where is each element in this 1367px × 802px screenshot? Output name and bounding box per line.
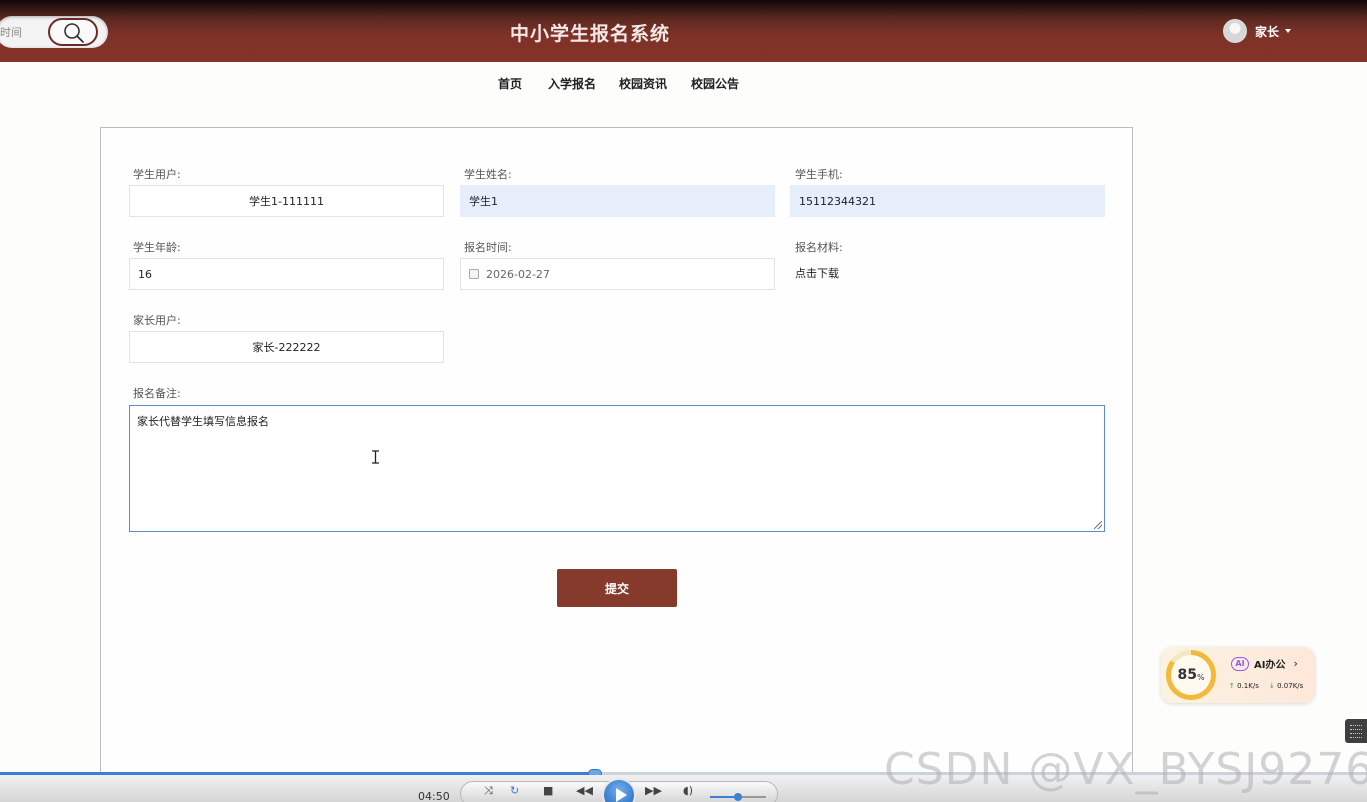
previous-icon[interactable]: ◀◀ [576,784,593,797]
shuffle-icon[interactable]: ⤨ [484,784,493,798]
student-name-field[interactable]: 学生1 [460,185,775,217]
side-panel-handle[interactable] [1345,719,1367,743]
signup-note-text: 家长代替学生填写信息报名 [137,415,269,428]
parent-user-field[interactable]: 家长-222222 [129,331,444,363]
ai-office-button[interactable]: AI AI办公 › [1231,656,1298,671]
gauge-percent: 85 [1177,667,1197,683]
watermark: CSDN @VX_BYSJ9276 [884,744,1367,795]
chevron-right-icon: › [1293,657,1298,670]
student-user-label: 学生用户: [133,168,181,181]
student-user-field[interactable]: 学生1-111111 [129,185,444,217]
arrow-down-icon: ↓ [1269,682,1275,690]
signup-time-field[interactable]: 2026-02-27 [460,258,775,290]
student-age-label: 学生年龄: [133,241,181,254]
user-name: 家长 [1255,24,1280,39]
download-link[interactable]: 点击下载 [795,265,839,281]
upload-speed-value: 0.1K/s [1237,682,1259,690]
student-name-label: 学生姓名: [464,168,512,181]
nav-item-campus-notice[interactable]: 校园公告 [691,75,739,92]
signup-material-label: 报名材料: [795,241,843,254]
arrow-up-icon: ↑ [1229,682,1235,690]
user-menu[interactable]: 家长 [1223,18,1292,44]
download-speed: ↓ 0.07K/s [1269,682,1303,690]
student-phone-label: 学生手机: [795,168,843,181]
student-age-field[interactable]: 16 [129,258,444,290]
nav-item-home[interactable]: 首页 [498,75,522,92]
signup-time-label: 报名时间: [464,241,512,254]
stop-icon[interactable]: ■ [543,784,553,797]
calendar-icon [469,269,479,279]
top-header: 时间 中小学生报名系统 家长 [0,0,1367,62]
page: 时间 中小学生报名系统 家长 首页 入学报名 校园资讯 校园公告 学生用户: 学… [0,0,1367,802]
volume-icon[interactable]: ◖) [683,784,693,797]
volume-knob[interactable] [734,793,742,801]
submit-button[interactable]: 提交 [557,569,677,607]
resize-handle[interactable] [1094,521,1102,529]
nav-item-campus-news[interactable]: 校园资讯 [619,75,667,92]
signup-note-label: 报名备注: [133,387,181,400]
nav-item-enrollment[interactable]: 入学报名 [548,75,596,92]
memory-gauge: 85 % [1166,650,1216,700]
chevron-down-icon [1285,29,1292,33]
system-monitor-widget[interactable]: 85 % AI AI办公 › ↑ 0.1K/s ↓ 0.07K/s [1161,647,1315,703]
site-title: 中小学生报名系统 [509,23,670,45]
signup-note-textarea[interactable]: 家长代替学生填写信息报名 [129,405,1105,532]
ai-office-label: AI办公 [1254,660,1286,671]
ai-icon: AI [1231,656,1249,671]
avatar [1223,19,1247,43]
repeat-icon[interactable]: ↻ [510,784,519,797]
upload-speed: ↑ 0.1K/s [1229,682,1259,690]
signup-time-value: 2026-02-27 [486,267,550,281]
student-phone-field[interactable]: 15112344321 [790,185,1105,217]
volume-slider[interactable] [710,793,766,801]
enrollment-form: 学生用户: 学生1-111111 学生姓名: 学生1 学生手机: 1511234… [100,127,1133,802]
main-nav: 首页 入学报名 校园资讯 校园公告 [0,75,1367,91]
parent-user-label: 家长用户: [133,314,181,327]
download-speed-value: 0.07K/s [1277,682,1304,690]
text-cursor-icon [372,450,379,464]
gauge-percent-unit: % [1196,672,1205,682]
next-icon[interactable]: ▶▶ [645,784,662,797]
playback-time: 04:50 [418,790,450,802]
